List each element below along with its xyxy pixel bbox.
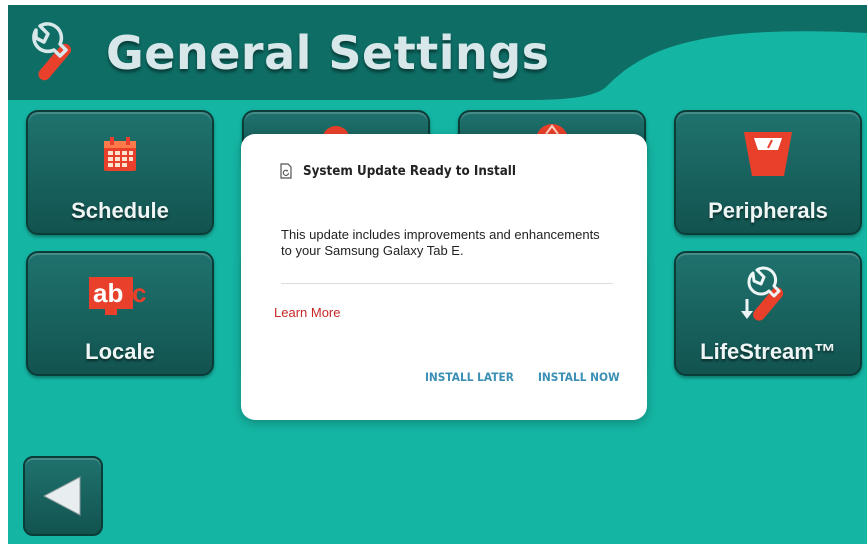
locale-label: Locale xyxy=(85,339,155,364)
locale-tile[interactable]: ab c Locale xyxy=(26,251,214,376)
back-button[interactable] xyxy=(23,456,103,536)
svg-text:ab: ab xyxy=(93,278,123,308)
system-update-dialog: System Update Ready to Install This upda… xyxy=(241,134,647,420)
install-later-button[interactable]: INSTALL LATER xyxy=(425,370,514,384)
learn-more-link[interactable]: Learn More xyxy=(274,305,340,320)
schedule-label: Schedule xyxy=(71,198,169,223)
page-title: General Settings xyxy=(106,26,550,80)
dialog-title: System Update Ready to Install xyxy=(303,163,516,179)
peripherals-tile[interactable]: Peripherals xyxy=(674,110,862,235)
abc-icon: ab c xyxy=(89,277,146,315)
back-arrow-icon xyxy=(42,476,81,516)
install-now-button[interactable]: INSTALL NOW xyxy=(538,370,620,384)
calendar-icon xyxy=(104,137,136,171)
lifestream-label: LifeStream™ xyxy=(700,339,836,364)
scale-icon xyxy=(744,132,792,176)
dialog-divider xyxy=(281,283,613,284)
page-header: General Settings xyxy=(26,13,550,93)
lifestream-tile[interactable]: LifeStream™ xyxy=(674,251,862,376)
peripherals-label: Peripherals xyxy=(708,198,828,223)
wrench-icon xyxy=(32,22,71,81)
dialog-header: System Update Ready to Install xyxy=(279,163,534,179)
dialog-message: This update includes improvements and en… xyxy=(281,227,600,258)
schedule-tile[interactable]: Schedule xyxy=(26,110,214,235)
svg-text:c: c xyxy=(132,278,146,308)
system-update-icon xyxy=(280,163,292,179)
wrench-download-icon xyxy=(741,266,784,321)
